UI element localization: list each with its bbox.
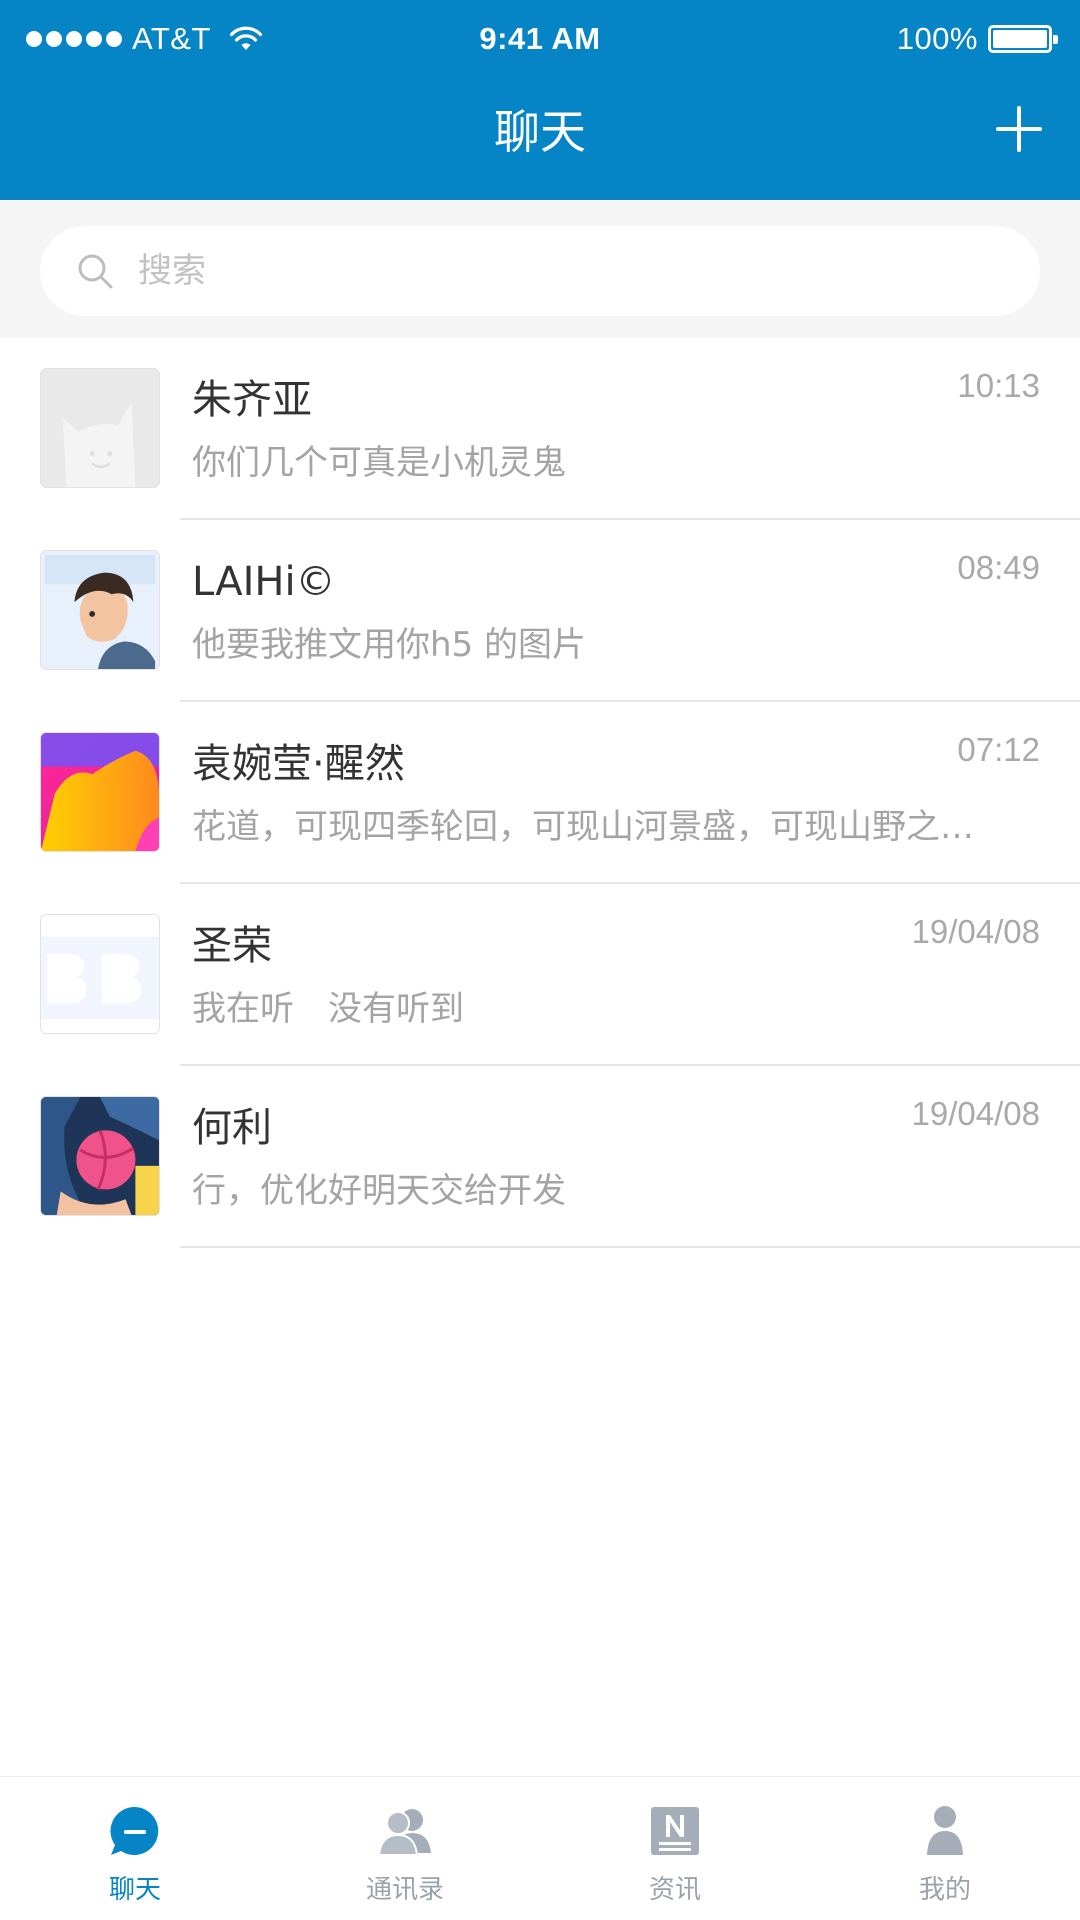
chat-time: 19/04/08 [911, 1095, 1040, 1132]
chat-time: 08:49 [957, 549, 1040, 586]
basketball-illustration-avatar [40, 1096, 160, 1216]
row-divider [180, 1246, 1080, 1248]
tab-chat[interactable]: 聊天 [0, 1777, 270, 1920]
chat-name: LAIHi© [192, 559, 336, 605]
colorful-gradient-avatar [40, 732, 160, 852]
chat-name: 袁婉莹·醒然 [192, 741, 405, 787]
person-icon [927, 1806, 963, 1855]
search-area [0, 200, 1080, 338]
tab-contacts[interactable]: 通讯录 [270, 1777, 540, 1920]
search-input[interactable] [136, 250, 936, 292]
tab-label: 聊天 [108, 1875, 161, 1905]
chat-name: 圣荣 [192, 923, 272, 969]
status-bar: AT&T 9:41 AM 100% [0, 0, 1080, 76]
tab-me[interactable]: 我的 [810, 1777, 1080, 1920]
chat-preview: 我在听 没有听到 [192, 989, 464, 1029]
tab-bar: 聊天 通讯录 资讯 我的 [0, 1776, 1080, 1920]
news-icon [651, 1807, 699, 1855]
tab-label: 我的 [918, 1875, 971, 1905]
chat-row[interactable]: LAIHi© 08:49 他要我推文用你h5 的图片 [0, 520, 1080, 702]
chat-preview: 他要我推文用你h5 的图片 [192, 625, 586, 665]
tab-label: 资讯 [648, 1875, 701, 1905]
chat-row[interactable]: 何利 19/04/08 行，优化好明天交给开发 [0, 1066, 1080, 1248]
chat-name: 朱齐亚 [192, 377, 312, 423]
bb-logo-avatar [40, 914, 160, 1034]
contacts-icon [377, 1809, 431, 1856]
cat-placeholder-avatar [40, 368, 160, 488]
status-right: 100% [896, 20, 1058, 58]
chat-preview: 行，优化好明天交给开发 [192, 1171, 566, 1211]
page-title: 聊天 [494, 105, 586, 159]
chat-name: 何利 [192, 1105, 272, 1151]
chat-list: 朱齐亚 10:13 你们几个可真是小机灵鬼 LAIHi© 08:49 他要我推文… [0, 338, 1080, 1248]
chat-preview: 花道，可现四季轮回，可现山河景盛，可现山野之… [192, 807, 974, 847]
chat-time: 19/04/08 [911, 913, 1040, 950]
plus-icon[interactable] [996, 106, 1042, 152]
tab-label: 通讯录 [365, 1875, 444, 1905]
chat-row[interactable]: 朱齐亚 10:13 你们几个可真是小机灵鬼 [0, 338, 1080, 520]
battery-icon [988, 25, 1058, 53]
chat-time: 07:12 [957, 731, 1040, 768]
chat-time: 10:13 [957, 367, 1040, 404]
chat-row[interactable]: 袁婉莹·醒然 07:12 花道，可现四季轮回，可现山河景盛，可现山野之… [0, 702, 1080, 884]
cartoon-boy-avatar [40, 550, 160, 670]
search-bar[interactable] [40, 226, 1040, 316]
battery-percentage: 100% [896, 21, 978, 56]
chat-preview: 你们几个可真是小机灵鬼 [192, 443, 566, 483]
tab-news[interactable]: 资讯 [540, 1777, 810, 1920]
search-icon [78, 254, 113, 289]
chat-bubble-icon [110, 1806, 159, 1855]
app-header: AT&T 9:41 AM 100% 聊天 [0, 0, 1080, 200]
chat-row[interactable]: 圣荣 19/04/08 我在听 没有听到 [0, 884, 1080, 1066]
